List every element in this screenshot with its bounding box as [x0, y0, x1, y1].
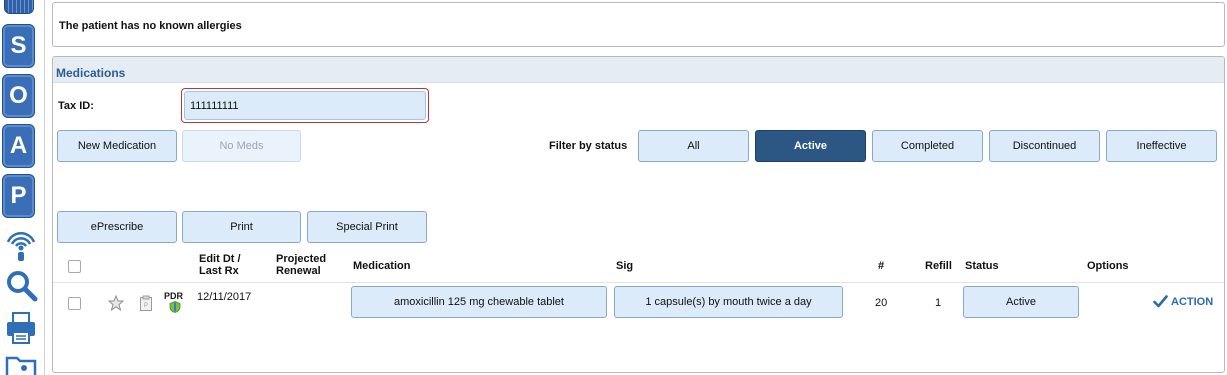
- last-rx-label: Last Rx: [199, 265, 239, 277]
- sig-button[interactable]: 1 capsule(s) by mouth twice a day: [614, 286, 843, 318]
- projected-label: Projected: [276, 253, 327, 265]
- pdr-icon[interactable]: PDR: [163, 291, 187, 313]
- tax-id-field[interactable]: 111111111: [181, 88, 429, 123]
- calendar-tab-icon[interactable]: [4, 0, 34, 14]
- pdr-label: PDR: [164, 291, 184, 301]
- edit-dt-label: Edit Dt /: [199, 253, 241, 265]
- count-cell: 20: [875, 297, 888, 309]
- soap-a-label: A: [9, 132, 28, 159]
- soap-s-label: S: [10, 32, 27, 59]
- star-icon[interactable]: [108, 295, 124, 311]
- medications-panel: Medications Tax ID: 111111111 New Medica…: [52, 56, 1225, 373]
- status-button[interactable]: Active: [963, 286, 1079, 318]
- row-checkbox[interactable]: [68, 297, 81, 310]
- status-header: Status: [965, 260, 999, 272]
- search-icon[interactable]: [4, 268, 38, 304]
- soap-p-label: P: [10, 182, 27, 209]
- edit-date-cell: 12/11/2017: [197, 291, 252, 303]
- filter-status-label: Filter by status: [549, 140, 628, 152]
- signal-icon[interactable]: [4, 226, 38, 262]
- header-divider: [53, 282, 1224, 283]
- action-label: ACTION: [1171, 295, 1214, 308]
- eprescribe-button[interactable]: ePrescribe: [57, 211, 177, 243]
- tax-id-label: Tax ID:: [58, 100, 94, 112]
- new-medication-button[interactable]: New Medication: [57, 130, 177, 162]
- medication-name-button[interactable]: amoxicillin 125 mg chewable tablet: [351, 286, 607, 318]
- count-header: #: [878, 260, 885, 272]
- medications-header: Medications: [53, 57, 1224, 83]
- refill-header: Refill: [925, 260, 952, 272]
- filter-ineffective-button[interactable]: Ineffective: [1106, 130, 1217, 162]
- soap-s-button[interactable]: S: [2, 24, 35, 68]
- select-all-checkbox[interactable]: [68, 260, 81, 273]
- folder-icon[interactable]: [4, 352, 38, 375]
- shield-icon: [169, 301, 181, 313]
- medications-title: Medications: [56, 66, 126, 80]
- options-header: Options: [1087, 260, 1129, 272]
- allergy-text: The patient has no known allergies: [59, 20, 242, 32]
- print-button[interactable]: Print: [182, 211, 301, 243]
- no-meds-button[interactable]: No Meds: [182, 130, 301, 162]
- allergy-panel: The patient has no known allergies: [52, 2, 1225, 47]
- left-icon-rail: S O A P: [0, 0, 44, 375]
- medication-header: Medication: [353, 260, 411, 272]
- soap-o-label: O: [9, 82, 28, 109]
- filter-active-button[interactable]: Active: [755, 130, 866, 162]
- refill-cell: 1: [935, 297, 942, 309]
- filter-all-button[interactable]: All: [638, 130, 749, 162]
- tax-id-value[interactable]: 111111111: [184, 91, 426, 120]
- special-print-button[interactable]: Special Print: [307, 211, 427, 243]
- soap-o-button[interactable]: O: [2, 74, 35, 118]
- soap-p-button[interactable]: P: [2, 174, 35, 218]
- checkmark-icon: [1153, 295, 1168, 308]
- projected-renewal-header: Projected Renewal: [276, 253, 326, 277]
- renewal-label: Renewal: [276, 265, 321, 277]
- soap-a-button[interactable]: A: [2, 124, 35, 168]
- filter-discontinued-button[interactable]: Discontinued: [989, 130, 1100, 162]
- clipboard-icon[interactable]: P: [139, 295, 153, 311]
- action-button[interactable]: ACTION: [1153, 295, 1213, 308]
- sig-header: Sig: [616, 260, 634, 272]
- filter-completed-button[interactable]: Completed: [872, 130, 983, 162]
- svg-text:P: P: [144, 303, 148, 309]
- edit-date-header: Edit Dt / Last Rx: [199, 253, 241, 277]
- rail-divider: [44, 0, 45, 375]
- printer-icon[interactable]: [4, 310, 38, 346]
